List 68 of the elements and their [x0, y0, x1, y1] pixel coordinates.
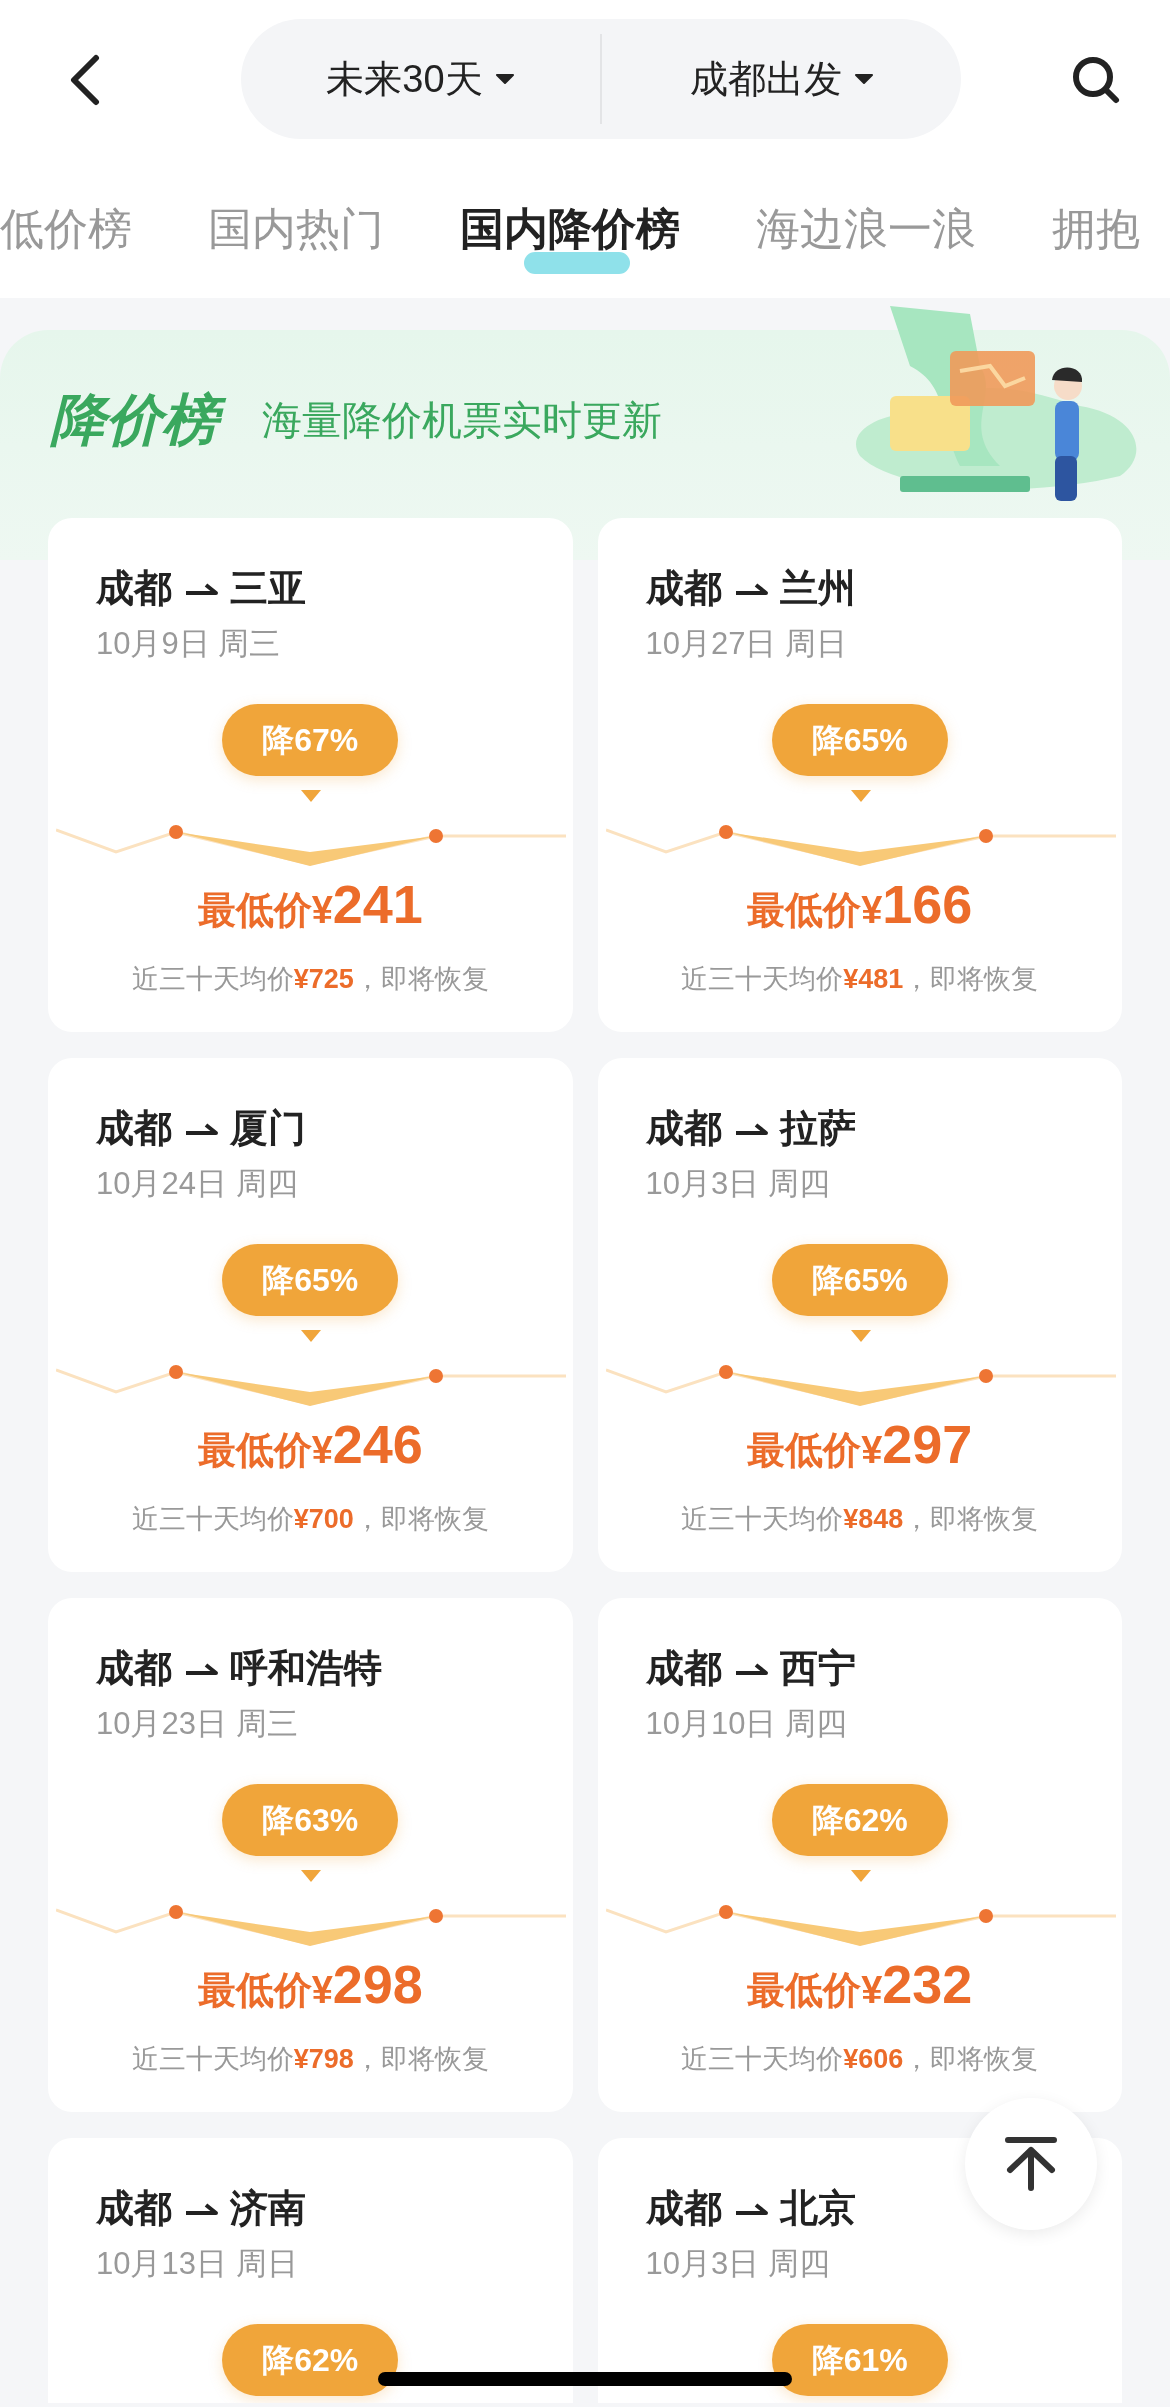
- discount-badge: 降67%: [222, 703, 399, 776]
- flight-date: 10月9日 周三: [95, 625, 281, 663]
- lowest-price: 232: [882, 1952, 973, 2016]
- average-price-note: 近三十天均价¥606，即将恢复: [681, 2042, 1039, 2076]
- lowest-price-label: 最低价¥: [197, 1428, 333, 1473]
- origin-city: 成都: [96, 566, 172, 611]
- average-price-note: 近三十天均价¥725，即将恢复: [131, 962, 489, 996]
- discount-badge: 降65%: [771, 1243, 948, 1316]
- flight-date: 10月3日 周四: [644, 2245, 830, 2283]
- destination-city: 三亚: [230, 566, 306, 611]
- origin-city: 成都: [96, 1106, 172, 1151]
- destination-city: 济南: [230, 2186, 306, 2231]
- departure-dropdown[interactable]: 成都出发: [602, 19, 961, 139]
- lowest-price: 297: [882, 1412, 973, 1476]
- route-card[interactable]: 成都 北京 10月3日 周四 降61%: [597, 2138, 1122, 2403]
- origin-city: 成都: [645, 1646, 722, 1691]
- origin-city: 成都: [645, 566, 722, 611]
- destination-city: 兰州: [779, 566, 856, 611]
- lowest-price: 298: [332, 1952, 423, 2016]
- origin-city: 成都: [645, 2186, 722, 2231]
- route-card[interactable]: 成都 济南 10月13日 周日 降62%: [48, 2138, 573, 2403]
- route-card[interactable]: 成都 西宁 10月10日 周四 降62% 最低价¥232 近三十天均价¥606，即将恢复: [597, 1598, 1122, 2112]
- lowest-price: 241: [332, 872, 423, 936]
- banner-subtitle: 海量降价机票实时更新: [262, 397, 662, 444]
- route-card[interactable]: 成都 兰州 10月27日 周日 降65% 最低价¥166 近三十天均价¥481，即将恢复: [597, 518, 1122, 1032]
- discount-badge: 降63%: [222, 1783, 399, 1856]
- caret-icon: [494, 73, 515, 85]
- arrow-up-icon: [1004, 2136, 1058, 2192]
- flight-date: 10月10日 周四: [644, 1705, 848, 1743]
- destination-city: 厦门: [230, 1106, 306, 1151]
- flight-date: 10月27日 周日: [644, 625, 848, 663]
- route-card[interactable]: 成都 三亚 10月9日 周三 降67% 最低价¥241 近三十天均价¥725，即将恢复: [48, 518, 573, 1032]
- flight-date: 10月13日 周日: [95, 2245, 298, 2283]
- banner-title: 降价榜: [50, 383, 232, 457]
- destination-city: 拉萨: [779, 1106, 856, 1151]
- average-price-note: 近三十天均价¥700，即将恢复: [131, 1502, 489, 1536]
- discount-badge: 降65%: [771, 703, 948, 776]
- lowest-price-label: 最低价¥: [197, 888, 333, 933]
- discount-badge: 降65%: [222, 1243, 399, 1316]
- discount-badge: 降62%: [222, 2323, 399, 2396]
- destination-city: 西宁: [779, 1646, 856, 1691]
- flight-date: 10月23日 周三: [95, 1705, 298, 1743]
- search-icon[interactable]: [1070, 54, 1122, 106]
- average-price-note: 近三十天均价¥481，即将恢复: [681, 962, 1039, 996]
- lowest-price: 246: [332, 1412, 423, 1476]
- lowest-price-label: 最低价¥: [747, 1968, 883, 2013]
- origin-city: 成都: [645, 1106, 722, 1151]
- lowest-price-label: 最低价¥: [747, 1428, 883, 1473]
- route-card[interactable]: 成都 拉萨 10月3日 周四 降65% 最低价¥297 近三十天均价¥848，即将恢复: [597, 1058, 1122, 1572]
- discount-badge: 降62%: [771, 1783, 948, 1856]
- back-icon[interactable]: [68, 54, 102, 106]
- average-price-note: 近三十天均价¥848，即将恢复: [681, 1502, 1039, 1536]
- flight-date: 10月3日 周四: [644, 1165, 830, 1203]
- lowest-price-label: 最低价¥: [747, 888, 883, 933]
- lowest-price: 166: [882, 872, 973, 936]
- lowest-price-label: 最低价¥: [197, 1968, 333, 2013]
- route-card[interactable]: 成都 厦门 10月24日 周四 降65% 最低价¥246 近三十天均价¥700，即将恢复: [48, 1058, 573, 1572]
- date-range-dropdown[interactable]: 未来30天: [241, 19, 600, 139]
- average-price-note: 近三十天均价¥798，即将恢复: [131, 2042, 489, 2076]
- tab[interactable]: 国内降价榜: [460, 196, 680, 274]
- route-card[interactable]: 成都 呼和浩特 10月23日 周三 降63% 最低价¥298 近三十天均价¥798，即将恢复: [48, 1598, 573, 2112]
- destination-city: 呼和浩特: [230, 1646, 382, 1691]
- origin-city: 成都: [96, 2186, 172, 2231]
- discount-badge: 降61%: [771, 2323, 948, 2396]
- caret-icon: [853, 73, 874, 85]
- origin-city: 成都: [96, 1646, 172, 1691]
- destination-city: 北京: [779, 2186, 856, 2231]
- flight-date: 10月24日 周四: [95, 1165, 298, 1203]
